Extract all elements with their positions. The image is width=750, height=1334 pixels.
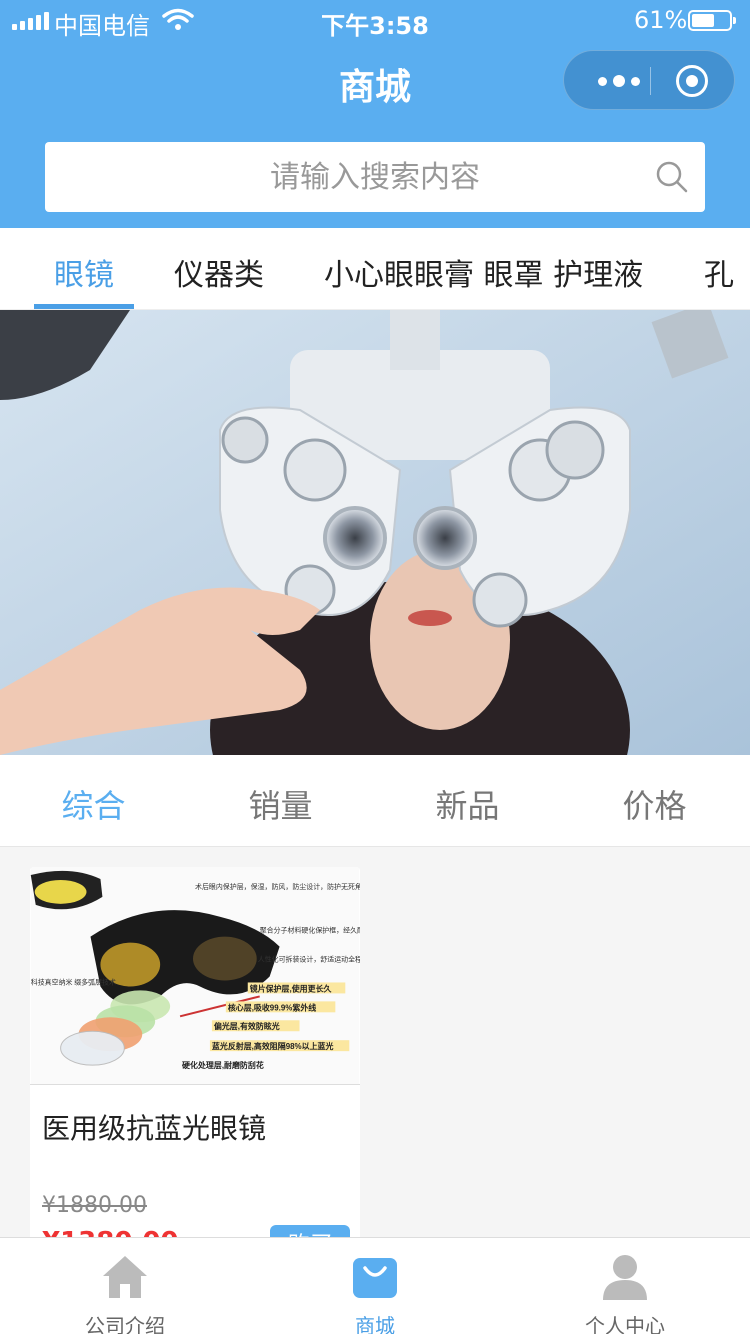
product-image: 术后眼内保护层，保湿，防风，防尘设计，防护无死角 聚合分子材料硬化保护框，经久耐… bbox=[30, 867, 360, 1085]
category-tab-more[interactable]: 孔 bbox=[704, 250, 734, 294]
miniprogram-capsule bbox=[563, 50, 735, 110]
product-image-caption-5: 核心层,吸收99.9%紫外线 bbox=[228, 1002, 316, 1012]
tab-company-intro[interactable]: 公司介绍 bbox=[0, 1238, 250, 1334]
product-card[interactable]: 术后眼内保护层，保湿，防风，防尘设计，防护无死角 聚合分子材料硬化保护框，经久耐… bbox=[30, 867, 360, 1287]
header-bar: 中国电信 下午3:58 61% 商城 bbox=[0, 0, 750, 228]
tab-label: 公司介绍 bbox=[85, 1314, 165, 1334]
tab-personal-center[interactable]: 个人中心 bbox=[500, 1238, 750, 1334]
product-image-caption-6: 偏光层,有效防眩光 bbox=[214, 1021, 280, 1031]
search-box[interactable] bbox=[45, 142, 705, 212]
product-image-caption-2: 聚合分子材料硬化保护框，经久耐用 bbox=[260, 926, 360, 935]
product-image-caption-9: 科技真空纳米 缀多弧层技术 bbox=[31, 977, 116, 986]
sort-bar: 综合 销量 新品 价格 bbox=[0, 755, 750, 847]
status-bar: 中国电信 下午3:58 61% bbox=[0, 0, 750, 40]
sort-new[interactable]: 新品 bbox=[374, 781, 561, 827]
tab-label: 商城 bbox=[355, 1314, 395, 1334]
banner-image bbox=[0, 310, 750, 755]
sort-comprehensive[interactable]: 综合 bbox=[0, 781, 187, 827]
sort-price[interactable]: 价格 bbox=[561, 781, 748, 827]
product-original-price: ¥1880.00 bbox=[42, 1193, 147, 1218]
product-name: 医用级抗蓝光眼镜 bbox=[42, 1112, 267, 1145]
battery-fill bbox=[692, 14, 714, 27]
active-tab-indicator bbox=[34, 304, 134, 309]
home-icon bbox=[103, 1256, 147, 1298]
category-tab-glasses[interactable]: 眼镜 bbox=[54, 250, 114, 294]
product-image-caption-4: 镜片保护层,使用更长久 bbox=[250, 983, 332, 993]
search-input[interactable] bbox=[45, 142, 645, 212]
more-icon[interactable] bbox=[588, 51, 650, 111]
sort-sales[interactable]: 销量 bbox=[187, 781, 374, 827]
search-icon[interactable] bbox=[655, 160, 689, 194]
product-image-caption-3: 人性化可拆装设计，舒适运动全程防护 bbox=[258, 955, 360, 964]
product-image-caption-8: 硬化处理层,耐磨防刮花 bbox=[182, 1060, 264, 1070]
shopping-bag-icon bbox=[353, 1258, 397, 1298]
close-miniprogram-icon[interactable] bbox=[676, 65, 708, 97]
category-tab-instruments[interactable]: 仪器类 bbox=[174, 250, 264, 294]
tab-mall[interactable]: 商城 bbox=[250, 1238, 500, 1334]
capsule-divider bbox=[650, 67, 651, 95]
product-image-caption-7: 蓝光反射层,高效阻隔98%以上蓝光 bbox=[212, 1041, 334, 1051]
product-image-caption-1: 术后眼内保护层，保湿，防风，防尘设计，防护无死角 bbox=[195, 882, 360, 891]
banner-carousel[interactable] bbox=[0, 310, 750, 755]
battery-percent: 61% bbox=[634, 6, 688, 34]
tab-label: 个人中心 bbox=[585, 1314, 665, 1334]
category-tabs: 眼镜 仪器类 小心眼眼膏 眼罩 护理液 孔 bbox=[0, 228, 750, 310]
bottom-tab-bar: 公司介绍 商城 个人中心 bbox=[0, 1237, 750, 1334]
battery-icon bbox=[688, 10, 736, 31]
category-tab-eye-care[interactable]: 小心眼眼膏 眼罩 护理液 bbox=[324, 250, 643, 294]
user-icon bbox=[603, 1255, 647, 1300]
